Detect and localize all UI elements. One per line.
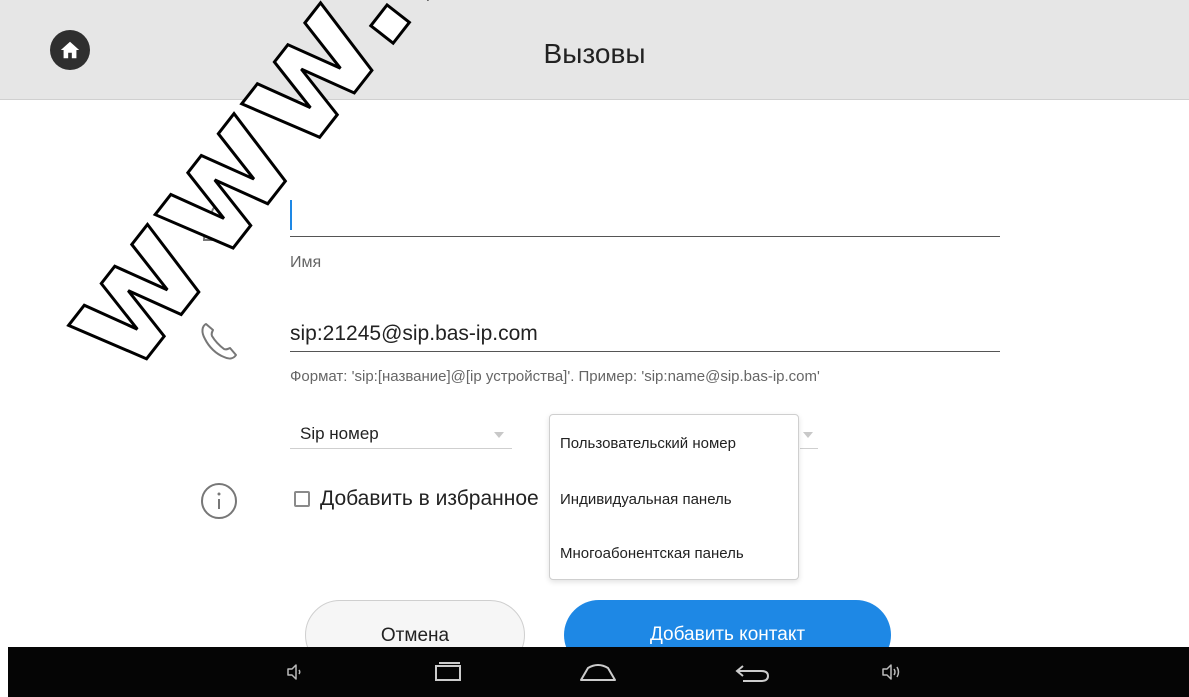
dropdown-arrow-icon xyxy=(803,432,813,438)
page-title: Вызовы xyxy=(543,38,646,69)
name-input[interactable] xyxy=(290,198,1000,234)
home-nav-button[interactable] xyxy=(573,647,623,697)
sip-underline xyxy=(290,351,1000,352)
dropdown-option[interactable]: Индивидуальная панель xyxy=(560,491,732,508)
info-icon xyxy=(201,483,237,519)
volume-down-icon xyxy=(287,664,301,680)
phone-icon xyxy=(201,323,237,360)
back-button[interactable] xyxy=(728,647,778,697)
dropdown-arrow-icon xyxy=(494,432,504,438)
dropdown-option[interactable]: Многоабонентская панель xyxy=(560,545,744,562)
name-label: Имя xyxy=(290,254,322,271)
sip-hint: Формат: 'sip:[название]@[ip устройства]'… xyxy=(290,368,820,385)
volume-down-button[interactable] xyxy=(280,647,310,697)
text-cursor xyxy=(290,200,292,230)
sip-input[interactable]: sip:21245@sip.bas-ip.com xyxy=(290,322,538,346)
app-bar: Вызовы xyxy=(0,0,1189,100)
number-type-spinner[interactable]: Sip номер xyxy=(290,422,512,449)
device-type-spinner[interactable] xyxy=(800,422,818,449)
dropdown-option[interactable]: Пользовательский номер xyxy=(560,435,736,452)
favorite-label[interactable]: Добавить в избранное xyxy=(320,487,539,511)
device-type-dropdown: Пользовательский номер Индивидуальная па… xyxy=(549,414,799,580)
name-underline xyxy=(290,236,1000,237)
number-type-value: Sip номер xyxy=(300,424,379,443)
recent-apps-button[interactable] xyxy=(423,647,473,697)
recent-apps-icon xyxy=(435,662,461,681)
person-icon xyxy=(202,204,238,241)
home-nav-icon xyxy=(580,664,616,681)
volume-up-button[interactable] xyxy=(876,647,906,697)
favorite-checkbox[interactable] xyxy=(294,491,310,507)
back-icon xyxy=(735,665,770,682)
volume-up-icon xyxy=(882,664,900,680)
watermark: www.bezp xyxy=(20,0,704,404)
system-nav-bar xyxy=(8,647,1189,697)
